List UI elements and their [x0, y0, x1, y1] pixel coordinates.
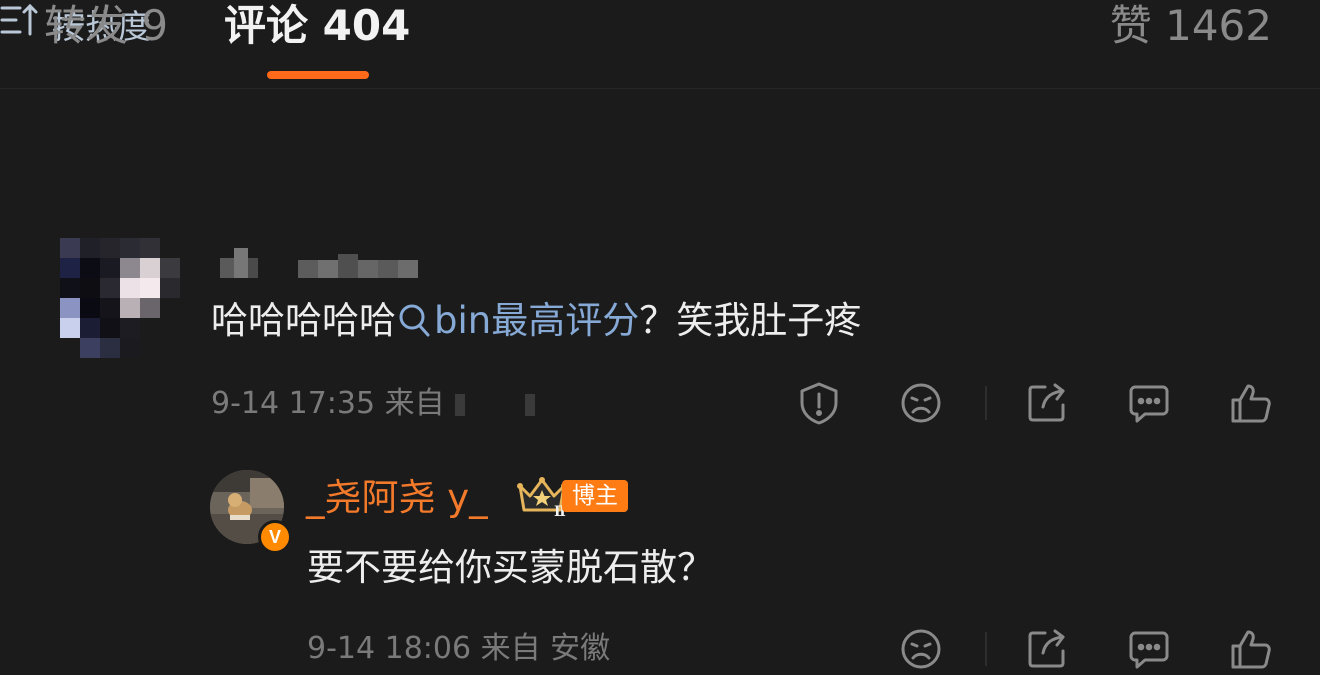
- thumbs-up-icon[interactable]: [1229, 627, 1273, 671]
- comment-text: 哈哈哈哈哈 bin最高评分？笑我肚子疼: [211, 296, 861, 350]
- thumbs-up-icon[interactable]: [1229, 381, 1273, 425]
- search-icon: [398, 300, 430, 350]
- avatar[interactable]: [60, 238, 180, 360]
- username-redacted[interactable]: [218, 240, 428, 282]
- action-separator: [985, 386, 987, 420]
- comment-text-start: 哈哈哈哈哈: [211, 299, 396, 342]
- source-redacted: [454, 394, 465, 416]
- reply-text: 要不要给你买蒙脱石散？: [307, 546, 714, 589]
- dislike-face-icon[interactable]: [899, 627, 943, 671]
- share-icon[interactable]: [1025, 381, 1069, 425]
- tab-comments[interactable]: 评论 404: [224, 2, 410, 50]
- comment-icon[interactable]: [1127, 627, 1171, 671]
- blogger-badge: 博主: [562, 480, 628, 512]
- reply-time: 9-14 18:06: [307, 631, 472, 666]
- report-icon[interactable]: [797, 381, 841, 425]
- topic-label: bin最高评分: [434, 299, 640, 342]
- tab-divider: [0, 88, 1320, 89]
- verified-badge: V: [258, 520, 292, 554]
- dislike-face-icon[interactable]: [899, 381, 943, 425]
- comment-icon[interactable]: [1127, 381, 1171, 425]
- tab-repost[interactable]: 转发 9: [44, 2, 168, 50]
- reply-source: 来自 安徽: [480, 631, 611, 666]
- active-tab-indicator: [267, 71, 369, 79]
- comment-source: 来自: [384, 386, 445, 421]
- comment-meta: 9-14 17:35 来自: [211, 384, 535, 424]
- comment-time: 9-14 17:35: [211, 386, 376, 421]
- comment-text-end: ？笑我肚子疼: [639, 299, 862, 342]
- action-separator: [985, 632, 987, 666]
- sort-icon: [0, 2, 40, 46]
- reply-username[interactable]: _尧阿尧 y_: [306, 474, 488, 522]
- source-redacted: [524, 394, 535, 416]
- reply-meta: 9-14 18:06 来自 安徽: [307, 629, 610, 669]
- tab-likes[interactable]: 赞 1462: [1110, 2, 1272, 50]
- share-icon[interactable]: [1025, 627, 1069, 671]
- topic-link[interactable]: bin最高评分: [396, 299, 639, 342]
